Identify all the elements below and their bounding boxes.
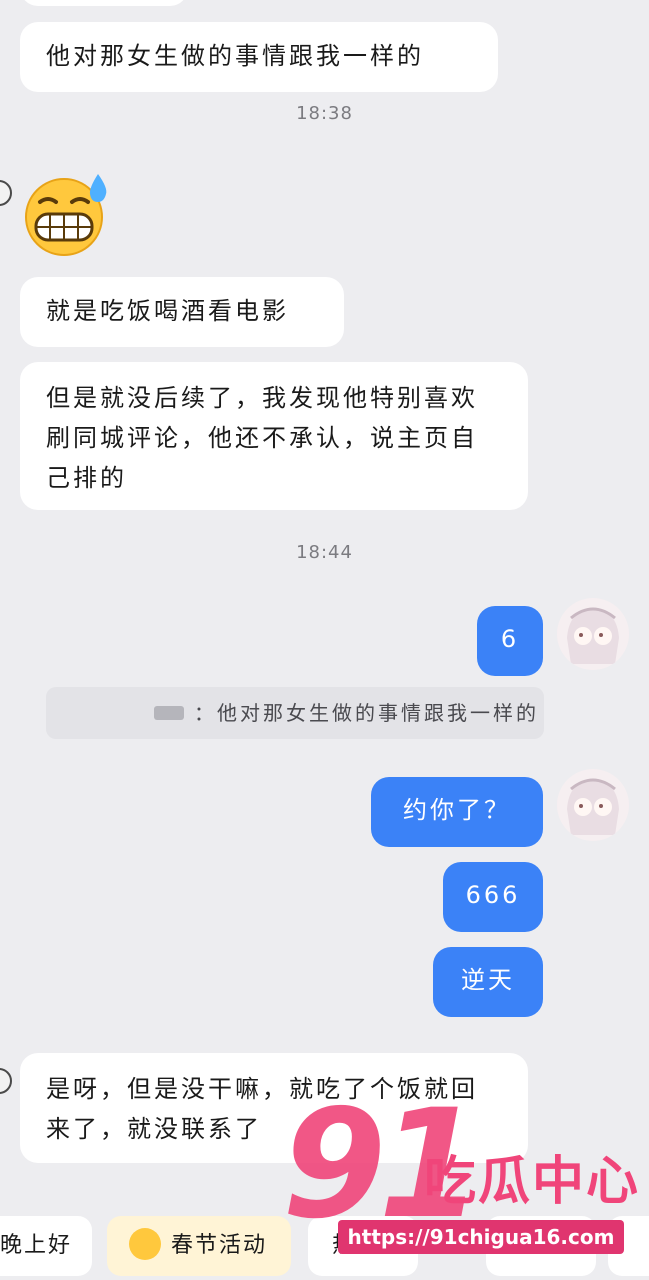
message-text: 他对那女生做的事情跟我一样的 xyxy=(46,42,424,70)
my-avatar[interactable] xyxy=(557,769,629,841)
quick-reply-chip-1[interactable]: 晚上好 xyxy=(0,1216,92,1276)
message-text: 6 xyxy=(500,625,520,653)
incoming-message-3[interactable]: 但是就没后续了，我发现他特别喜欢刷同城评论，他还不承认，说主页自己排的 xyxy=(20,362,528,510)
incoming-message-2[interactable]: 就是吃饭喝酒看电影 xyxy=(20,277,344,347)
blurred-nickname xyxy=(154,706,184,720)
watermark-brand: 吃瓜中心 xyxy=(424,1152,641,1212)
quick-reply-chip-2[interactable]: 春节活动 xyxy=(107,1216,291,1276)
grinning-sweat-emoji-sticker[interactable] xyxy=(18,172,114,258)
quote-text: ：他对那女生做的事情跟我一样的 xyxy=(194,701,539,725)
timestamp: 18:44 xyxy=(296,542,353,563)
message-text: 逆天 xyxy=(461,966,515,994)
sender-avatar[interactable] xyxy=(0,180,12,206)
outgoing-message-1[interactable]: 6 xyxy=(477,606,543,676)
quoted-reply[interactable]: ：他对那女生做的事情跟我一样的 xyxy=(46,687,544,739)
outgoing-message-2[interactable]: 约你了？ xyxy=(371,777,543,847)
outgoing-message-4[interactable]: 逆天 xyxy=(433,947,543,1017)
timestamp: 18:38 xyxy=(296,103,353,124)
message-text: 就是吃饭喝酒看电影 xyxy=(46,297,289,325)
message-text: 约你了？ xyxy=(403,796,511,824)
sender-avatar[interactable] xyxy=(0,1068,12,1094)
message-text: 但是就没后续了，我发现他特别喜欢刷同城评论，他还不承认，说主页自己排的 xyxy=(46,384,478,492)
my-avatar[interactable] xyxy=(557,598,629,670)
watermark-url: https://91chigua16.com xyxy=(338,1220,624,1254)
anime-avatar-icon xyxy=(557,598,629,670)
incoming-message-1[interactable]: 他对那女生做的事情跟我一样的 xyxy=(20,22,498,92)
anime-avatar-icon xyxy=(557,769,629,841)
grinning-sweat-icon xyxy=(25,174,107,256)
prev-message-bubble-edge[interactable] xyxy=(20,0,188,6)
message-text: 666 xyxy=(465,881,521,909)
outgoing-message-3[interactable]: 666 xyxy=(443,862,543,932)
festival-emoji-icon xyxy=(129,1228,161,1260)
